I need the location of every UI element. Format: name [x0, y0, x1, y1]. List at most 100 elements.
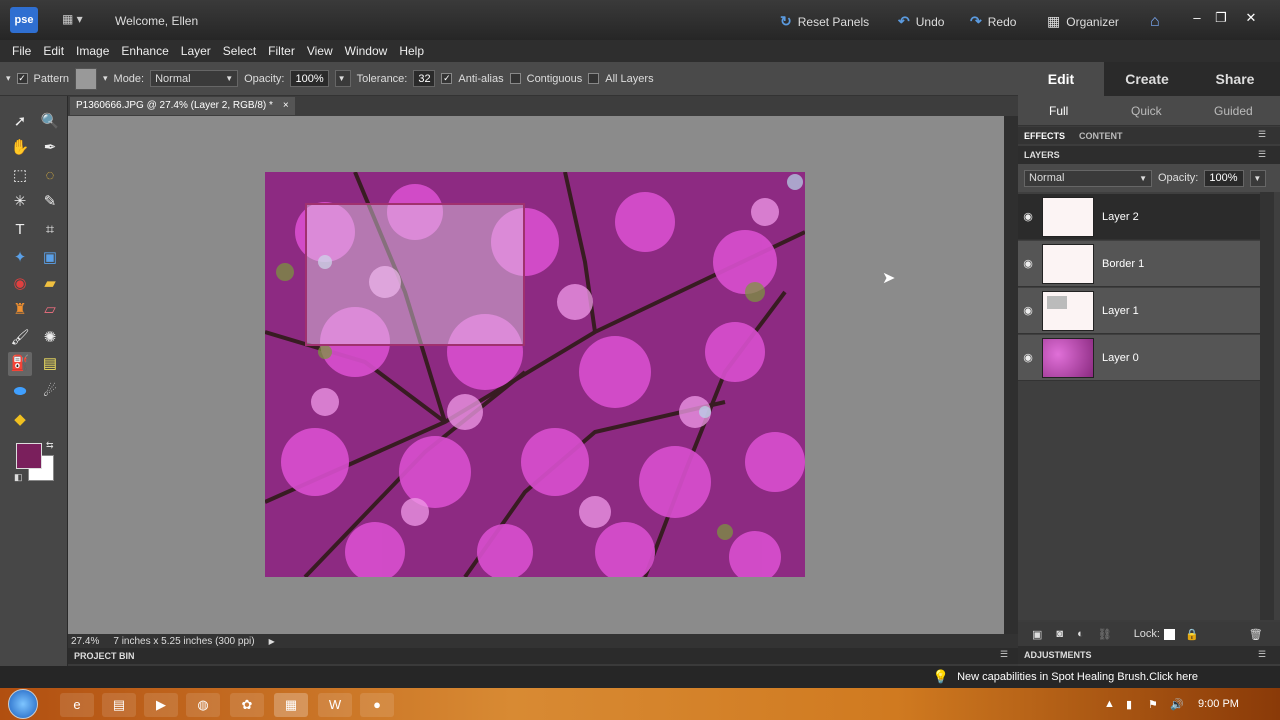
pattern-checkbox[interactable]: ✓: [16, 73, 28, 84]
start-button[interactable]: [8, 689, 38, 719]
show-hidden-icons-icon[interactable]: ▲: [1104, 698, 1115, 710]
panel-menu-icon[interactable]: ☰: [1258, 649, 1266, 660]
layer-opacity-toggle[interactable]: ▼: [1250, 169, 1267, 187]
cookie-cutter-tool-icon[interactable]: ✦: [8, 246, 32, 270]
layer-row[interactable]: ◉ Border 1: [1018, 241, 1260, 287]
blur-tool-icon[interactable]: ☄: [38, 380, 62, 404]
lock-transparency-checkbox[interactable]: [1163, 628, 1175, 640]
trash-icon[interactable]: 🗑: [1249, 628, 1263, 641]
ie-taskbar-icon[interactable]: e: [60, 693, 94, 717]
record-taskbar-icon[interactable]: ●: [360, 693, 394, 717]
contiguous-checkbox[interactable]: [509, 73, 521, 84]
media-taskbar-icon[interactable]: ▶: [144, 693, 178, 717]
link-icon[interactable]: ⛓: [1098, 628, 1112, 641]
smart-brush-tool-icon[interactable]: ✺: [38, 326, 62, 350]
panel-menu-icon[interactable]: ☰: [1258, 129, 1266, 140]
add-mask-icon[interactable]: ◙: [1056, 628, 1063, 640]
new-layer-icon[interactable]: ▣: [1032, 628, 1042, 641]
lasso-tool-icon[interactable]: ◌: [38, 164, 62, 188]
subtab-quick[interactable]: Quick: [1131, 104, 1162, 118]
foreground-color-swatch[interactable]: [16, 443, 42, 469]
pattern-dropdown-icon[interactable]: ▾: [103, 73, 108, 84]
tab-content[interactable]: CONTENT: [1079, 131, 1123, 141]
layer-opacity-input[interactable]: 100%: [1204, 169, 1245, 187]
eye-icon[interactable]: ◉: [1018, 304, 1038, 317]
document-tab[interactable]: P1360666.JPG @ 27.4% (Layer 2, RGB/8) * …: [70, 97, 295, 115]
crop-tool-icon[interactable]: ⌗: [38, 218, 62, 242]
canvas-vertical-scrollbar[interactable]: [1004, 116, 1018, 634]
pse-taskbar-icon[interactable]: ▦: [274, 693, 308, 717]
eye-icon[interactable]: ◉: [1018, 257, 1038, 270]
network-tray-icon[interactable]: ▮: [1126, 698, 1132, 711]
adjustment-layer-icon[interactable]: ◐: [1077, 628, 1084, 640]
subtab-guided[interactable]: Guided: [1214, 104, 1253, 118]
gradient-tool-icon[interactable]: ▤: [38, 352, 62, 376]
restore-icon[interactable]: ❐: [1211, 10, 1231, 26]
redo-button[interactable]: ↷ Redo: [970, 13, 1016, 30]
antialias-checkbox[interactable]: ✓: [441, 73, 453, 84]
magic-wand-tool-icon[interactable]: ✳: [8, 190, 32, 214]
tolerance-input[interactable]: 32: [413, 70, 436, 87]
move-tool-icon[interactable]: ➚: [8, 110, 32, 134]
marquee-tool-icon[interactable]: ⬚: [8, 164, 32, 188]
close-document-icon[interactable]: ×: [283, 97, 289, 115]
minimize-icon[interactable]: –: [1187, 10, 1207, 25]
menu-layer[interactable]: Layer: [175, 44, 217, 58]
mode-select[interactable]: Normal ▼: [150, 70, 239, 87]
opacity-input[interactable]: 100%: [290, 70, 329, 87]
hand-tool-icon[interactable]: ✋: [8, 136, 32, 160]
straighten-tool-icon[interactable]: ▣: [38, 246, 62, 270]
swap-colors-icon[interactable]: ⇆: [46, 440, 54, 451]
word-taskbar-icon[interactable]: W: [318, 693, 352, 717]
home-icon[interactable]: ⌂: [1150, 13, 1160, 31]
organizer-button[interactable]: ▦ Organizer: [1047, 13, 1119, 30]
menu-view[interactable]: View: [301, 44, 339, 58]
type-tool-icon[interactable]: T: [8, 218, 32, 242]
taskbar-clock[interactable]: 9:00 PM: [1198, 698, 1239, 710]
brush-tool-icon[interactable]: 🖌: [8, 326, 32, 350]
menu-select[interactable]: Select: [217, 44, 262, 58]
opacity-slider-toggle[interactable]: ▼: [334, 70, 351, 87]
layer-row[interactable]: ◉ Layer 2: [1018, 194, 1260, 240]
menu-image[interactable]: Image: [70, 44, 115, 58]
layer-row[interactable]: ◉ Layer 1: [1018, 288, 1260, 334]
project-bin-header[interactable]: PROJECT BIN: [68, 648, 1018, 664]
eyedropper-tool-icon[interactable]: ✒: [38, 136, 62, 160]
eraser-tool-icon[interactable]: ▱: [38, 298, 62, 322]
shape-tool-icon[interactable]: ⬬: [8, 380, 32, 404]
paint-bucket-tool-icon[interactable]: ⛽: [8, 352, 32, 376]
zoom-level[interactable]: 27.4%: [71, 636, 99, 647]
menu-help[interactable]: Help: [393, 44, 430, 58]
menu-window[interactable]: Window: [339, 44, 394, 58]
tab-effects[interactable]: EFFECTS: [1024, 131, 1065, 141]
flag-tray-icon[interactable]: ⚑: [1148, 698, 1158, 711]
clone-stamp-tool-icon[interactable]: ♜: [8, 298, 32, 322]
quick-selection-tool-icon[interactable]: ✎: [38, 190, 62, 214]
eye-icon[interactable]: ◉: [1018, 351, 1038, 364]
status-arrow-icon[interactable]: ▶: [269, 637, 275, 646]
eye-icon[interactable]: ◉: [1018, 210, 1038, 223]
undo-button[interactable]: ↶ Undo: [898, 13, 944, 30]
menu-enhance[interactable]: Enhance: [115, 44, 174, 58]
tool-preset-dropdown-icon[interactable]: ▾: [6, 73, 11, 84]
panel-menu-icon[interactable]: ☰: [1258, 149, 1266, 160]
red-eye-tool-icon[interactable]: ◉: [8, 272, 32, 296]
volume-tray-icon[interactable]: 🔊: [1170, 698, 1184, 711]
reset-panels-button[interactable]: ↻ Reset Panels: [780, 13, 869, 30]
close-window-icon[interactable]: ✕: [1241, 10, 1261, 26]
menu-file[interactable]: File: [6, 44, 37, 58]
hint-link[interactable]: New capabilities in Spot Healing Brush.C…: [957, 671, 1198, 683]
layer-row[interactable]: ◉ Layer 0: [1018, 335, 1260, 381]
menu-filter[interactable]: Filter: [262, 44, 301, 58]
pattern-swatch[interactable]: [75, 67, 97, 90]
healing-brush-tool-icon[interactable]: ▰: [38, 272, 62, 296]
default-colors-icon[interactable]: ◧: [14, 472, 23, 483]
sponge-tool-icon[interactable]: ◆: [8, 408, 32, 432]
blend-mode-select[interactable]: Normal ▼: [1024, 169, 1152, 187]
subtab-full[interactable]: Full: [1049, 104, 1068, 118]
layout-switch-button[interactable]: ▦ ▾: [62, 12, 94, 28]
app-taskbar-icon[interactable]: ✿: [230, 693, 264, 717]
all-layers-checkbox[interactable]: [588, 73, 600, 84]
lock-icon[interactable]: 🔒: [1185, 628, 1199, 641]
pattern-fill-selection[interactable]: [305, 203, 525, 346]
